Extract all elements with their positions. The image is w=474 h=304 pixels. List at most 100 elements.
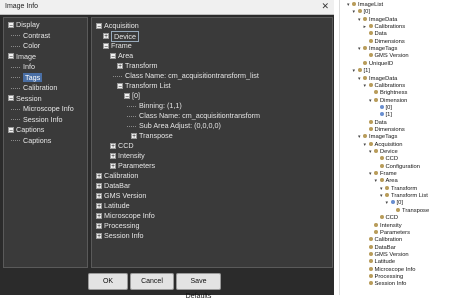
side-tree-item-transform[interactable]: ▾ Transform bbox=[380, 185, 417, 193]
expand-icon[interactable]: + bbox=[96, 182, 102, 189]
tag-area[interactable]: Area bbox=[118, 51, 133, 60]
side-tree-item-ccd[interactable]: CCD bbox=[375, 156, 398, 163]
side-tree-item-latitude[interactable]: Latitude bbox=[364, 259, 395, 266]
side-tree-item-gms-version[interactable]: GMS Version bbox=[364, 251, 409, 259]
side-tree-item-frame[interactable]: ▾ Frame bbox=[369, 171, 397, 178]
side-tree-item-session-info[interactable]: Session Info bbox=[364, 281, 406, 288]
side-tree-item-calibrations[interactable]: ▾ Calibrations bbox=[364, 82, 405, 90]
side-tree-item-1[interactable]: ▾ [1] bbox=[353, 68, 370, 75]
side-tree-item-uniqueid[interactable]: UniqueID bbox=[358, 60, 393, 68]
tree-item-session[interactable]: Session bbox=[16, 94, 42, 103]
side-tree-item-transpose[interactable]: Transpose bbox=[391, 207, 429, 215]
side-tree-item-ccd[interactable]: CCD bbox=[375, 215, 398, 222]
collapse-icon[interactable]: − bbox=[8, 53, 14, 60]
side-tree-item-calibration[interactable]: Calibration bbox=[364, 237, 402, 244]
tag-transpose[interactable]: Transpose bbox=[139, 131, 173, 140]
cancel-button[interactable]: Cancel bbox=[130, 273, 174, 290]
expand-icon[interactable]: + bbox=[110, 152, 116, 159]
expand-icon[interactable]: + bbox=[131, 132, 137, 139]
tag-transform-list[interactable]: Transform List bbox=[125, 81, 171, 90]
side-tree-item-calibrations[interactable]: ▸ Calibrations bbox=[364, 24, 405, 31]
expand-icon[interactable]: + bbox=[110, 142, 116, 149]
tree-item-color[interactable]: Color bbox=[23, 41, 40, 50]
expand-icon[interactable]: + bbox=[110, 162, 116, 169]
expand-icon[interactable]: + bbox=[96, 192, 102, 199]
tree-item-tags[interactable]: Tags bbox=[23, 72, 43, 82]
tag-microscope-info[interactable]: Microscope Info bbox=[104, 211, 155, 220]
tag-acquisition[interactable]: Acquisition bbox=[104, 21, 139, 30]
expander-icon[interactable]: ▾ bbox=[353, 9, 358, 16]
side-tree-item-imagedata[interactable]: ▾ ImageData bbox=[358, 16, 397, 24]
tag-class-name-cm-acquisitiontransform-list[interactable]: Class Name: cm_acquisitiontransform_list bbox=[125, 71, 259, 80]
collapse-icon[interactable]: − bbox=[96, 22, 102, 29]
side-tree-item-gms-version[interactable]: GMS Version bbox=[364, 53, 409, 60]
tag-transform[interactable]: Transform bbox=[125, 61, 157, 70]
side-tree-item-1[interactable]: [1] bbox=[375, 112, 392, 119]
tree-item-calibration[interactable]: Calibration bbox=[23, 83, 57, 92]
side-tree-item-0[interactable]: [0] bbox=[375, 104, 392, 112]
side-tree-item-transform-list[interactable]: ▾ Transform List bbox=[380, 193, 428, 200]
tag-0[interactable]: [0] bbox=[132, 91, 140, 100]
collapse-icon[interactable]: − bbox=[117, 82, 123, 89]
side-tree-item-databar[interactable]: DataBar bbox=[364, 244, 396, 252]
tree-item-contrast[interactable]: Contrast bbox=[23, 31, 50, 40]
expander-icon[interactable]: ▾ bbox=[364, 142, 369, 149]
side-tree-item-data[interactable]: Data bbox=[364, 31, 387, 38]
expand-icon[interactable]: + bbox=[96, 232, 102, 239]
side-tree-item-dimensions[interactable]: Dimensions bbox=[364, 38, 405, 46]
tree-item-microscope-info[interactable]: Microscope Info bbox=[23, 104, 74, 113]
expand-icon[interactable]: + bbox=[117, 62, 123, 69]
side-tree-item-0[interactable]: ▾ [0] bbox=[386, 200, 403, 207]
side-tree-item-configuration[interactable]: Configuration bbox=[375, 163, 420, 171]
close-icon[interactable]: ✕ bbox=[321, 1, 329, 12]
tree-item-captions[interactable]: Captions bbox=[23, 136, 51, 145]
collapse-icon[interactable]: − bbox=[124, 92, 130, 99]
side-tree-item-imagedata[interactable]: ▾ ImageData bbox=[358, 75, 397, 83]
tag-gms-version[interactable]: GMS Version bbox=[104, 191, 146, 200]
expander-icon[interactable]: ▾ bbox=[364, 83, 369, 90]
tree-item-display[interactable]: Display bbox=[16, 20, 40, 29]
tree-item-image[interactable]: Image bbox=[16, 52, 36, 61]
expander-icon[interactable]: ▾ bbox=[386, 200, 391, 207]
tag-session-info[interactable]: Session Info bbox=[104, 231, 144, 240]
tag-sub-area-adjust-0-0-0-0[interactable]: Sub Area Adjust: (0,0,0,0) bbox=[139, 121, 221, 130]
expand-icon[interactable]: + bbox=[96, 222, 102, 229]
tree-item-info[interactable]: Info bbox=[23, 62, 35, 71]
side-tree-item-parameters[interactable]: Parameters bbox=[369, 229, 410, 237]
tag-calibration[interactable]: Calibration bbox=[104, 171, 138, 180]
side-tree-item-processing[interactable]: Processing bbox=[364, 273, 403, 281]
tag-ccd[interactable]: CCD bbox=[118, 141, 134, 150]
tag-processing[interactable]: Processing bbox=[104, 221, 140, 230]
expand-icon[interactable]: + bbox=[96, 202, 102, 209]
tag-binning-1-1[interactable]: Binning: (1,1) bbox=[139, 101, 182, 110]
expander-icon[interactable]: ▸ bbox=[364, 24, 369, 31]
expand-icon[interactable]: + bbox=[103, 32, 109, 39]
ok-button[interactable]: OK bbox=[88, 273, 128, 290]
side-tree-item-0[interactable]: ▾ [0] bbox=[353, 9, 370, 16]
collapse-icon[interactable]: − bbox=[8, 126, 14, 133]
collapse-icon[interactable]: − bbox=[8, 21, 14, 28]
tag-databar[interactable]: DataBar bbox=[104, 181, 130, 190]
expander-icon[interactable]: ▾ bbox=[375, 178, 380, 185]
side-tree-item-brightness[interactable]: Brightness bbox=[369, 90, 407, 97]
tag-frame[interactable]: Frame bbox=[111, 41, 132, 50]
expand-icon[interactable]: + bbox=[96, 172, 102, 179]
side-tree-item-data[interactable]: Data bbox=[364, 119, 387, 127]
side-tree-item-device[interactable]: ▾ Device bbox=[369, 149, 398, 156]
side-tree-item-imagetags[interactable]: ▾ ImageTags bbox=[358, 46, 397, 53]
expand-icon[interactable]: + bbox=[96, 212, 102, 219]
side-tree-item-dimensions[interactable]: Dimensions bbox=[364, 126, 405, 134]
tag-parameters[interactable]: Parameters bbox=[118, 161, 155, 170]
tag-intensity[interactable]: Intensity bbox=[118, 151, 145, 160]
side-tree-item-acquisition[interactable]: ▾ Acquisition bbox=[364, 141, 403, 149]
tag-latitude[interactable]: Latitude bbox=[104, 201, 130, 210]
collapse-icon[interactable]: − bbox=[8, 95, 14, 102]
tree-item-captions[interactable]: Captions bbox=[16, 125, 44, 134]
collapse-icon[interactable]: − bbox=[110, 52, 116, 59]
side-tree-item-intensity[interactable]: Intensity bbox=[369, 222, 402, 230]
side-tree-item-area[interactable]: ▾ Area bbox=[375, 178, 398, 185]
side-tree-item-imagetags[interactable]: ▾ ImageTags bbox=[358, 134, 397, 141]
side-tree-item-microscope-info[interactable]: Microscope Info bbox=[364, 266, 415, 274]
save-defaults-button[interactable]: Save Defaults bbox=[176, 273, 221, 300]
tag-class-name-cm-acquisitiontransform[interactable]: Class Name: cm_acquisitiontransform bbox=[139, 111, 260, 120]
